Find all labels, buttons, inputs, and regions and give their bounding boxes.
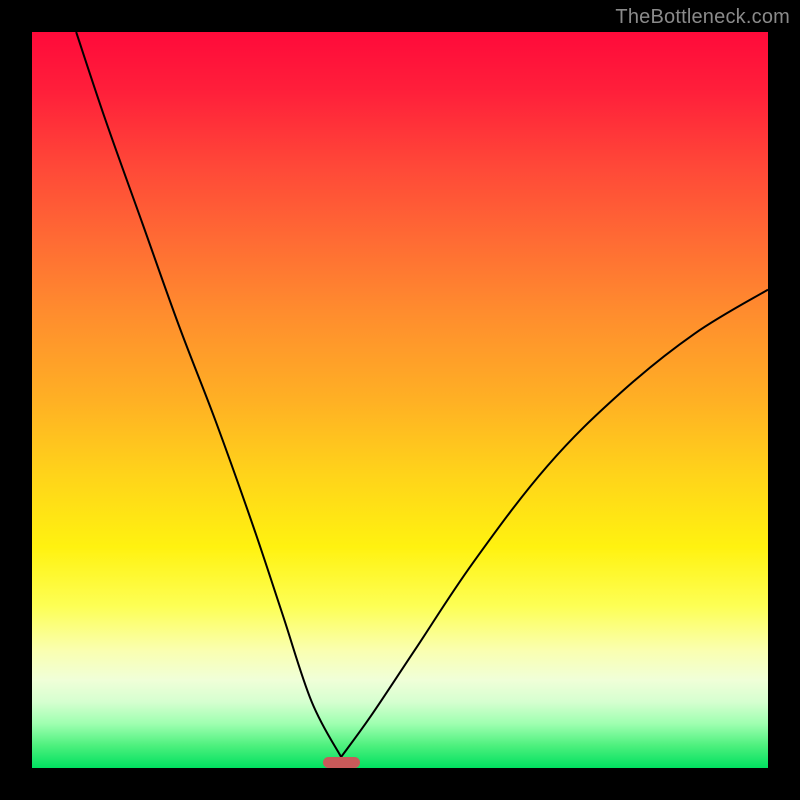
curve-left-branch	[76, 32, 341, 757]
curve-right-branch	[341, 290, 768, 757]
chart-frame: TheBottleneck.com	[0, 0, 800, 800]
optimum-marker	[323, 757, 360, 768]
watermark-text: TheBottleneck.com	[615, 6, 790, 29]
bottleneck-curve	[32, 32, 768, 768]
plot-area	[32, 32, 768, 768]
